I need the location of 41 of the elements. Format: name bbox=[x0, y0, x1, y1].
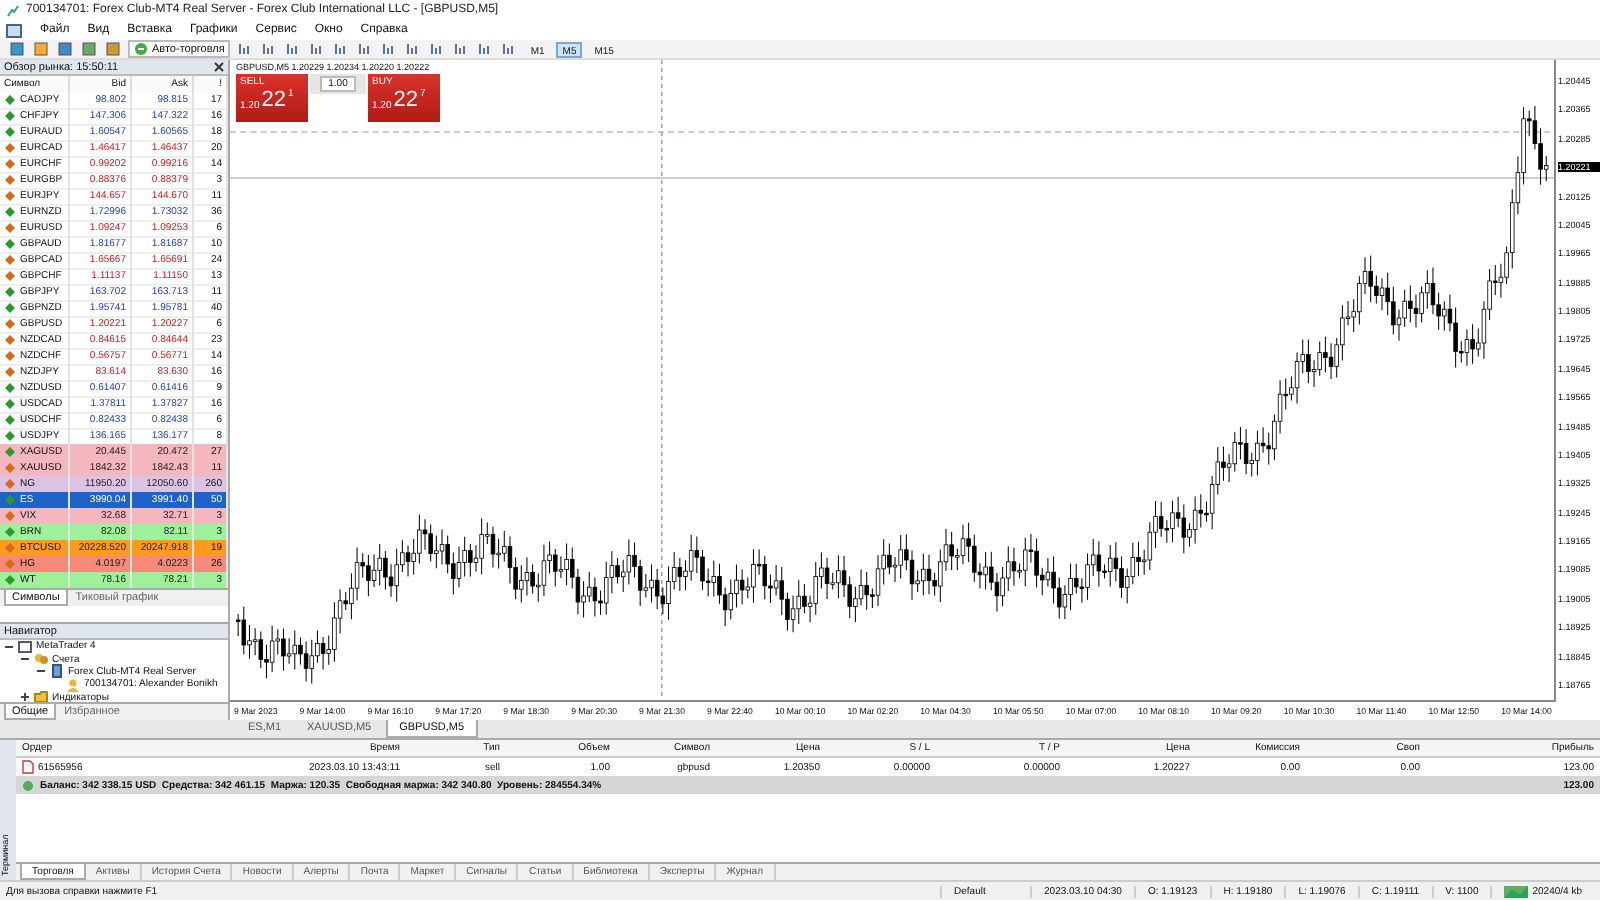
bars-icon bbox=[382, 42, 397, 56]
square-icon bbox=[106, 42, 120, 56]
chart-line-icon bbox=[6, 3, 20, 17]
bars-icon bbox=[502, 42, 517, 56]
price-pips: 22 bbox=[393, 88, 418, 112]
toolbar-button[interactable] bbox=[452, 40, 471, 58]
toolbar-button[interactable] bbox=[476, 40, 495, 58]
bars-icon bbox=[262, 42, 277, 56]
bars-icon bbox=[286, 42, 301, 56]
toolbar-button[interactable] bbox=[428, 40, 447, 58]
window-icon bbox=[6, 23, 22, 37]
connection-bars-icon bbox=[1504, 885, 1529, 897]
toolbar-button[interactable] bbox=[284, 40, 303, 58]
bars-icon bbox=[406, 42, 421, 56]
toolbar-button[interactable] bbox=[332, 40, 351, 58]
toolbar-button[interactable] bbox=[356, 40, 375, 58]
people-icon bbox=[34, 652, 48, 667]
bars-icon bbox=[358, 42, 373, 56]
close-icon bbox=[214, 62, 224, 72]
user-icon bbox=[66, 677, 80, 692]
bars-icon bbox=[334, 42, 349, 56]
toolbar-button[interactable] bbox=[500, 40, 519, 58]
square-icon bbox=[10, 42, 24, 56]
bars-icon bbox=[454, 42, 469, 56]
bars-icon bbox=[478, 42, 493, 56]
square-icon bbox=[82, 42, 96, 56]
price-pips: 22 bbox=[261, 88, 286, 112]
close-button[interactable] bbox=[214, 62, 224, 72]
toolbar-button[interactable] bbox=[380, 40, 399, 58]
toolbar-button[interactable] bbox=[260, 40, 279, 58]
toolbar-button[interactable] bbox=[308, 40, 327, 58]
toolbar-button[interactable] bbox=[236, 40, 255, 58]
monitor-icon bbox=[18, 640, 32, 654]
toolbar-button[interactable] bbox=[404, 40, 423, 58]
square-icon bbox=[34, 42, 48, 56]
bars-icon bbox=[238, 42, 253, 56]
bars-icon bbox=[430, 42, 445, 56]
square-icon bbox=[58, 42, 72, 56]
circle-icon bbox=[22, 779, 34, 791]
server-icon bbox=[50, 664, 64, 679]
bars-icon bbox=[310, 42, 325, 56]
